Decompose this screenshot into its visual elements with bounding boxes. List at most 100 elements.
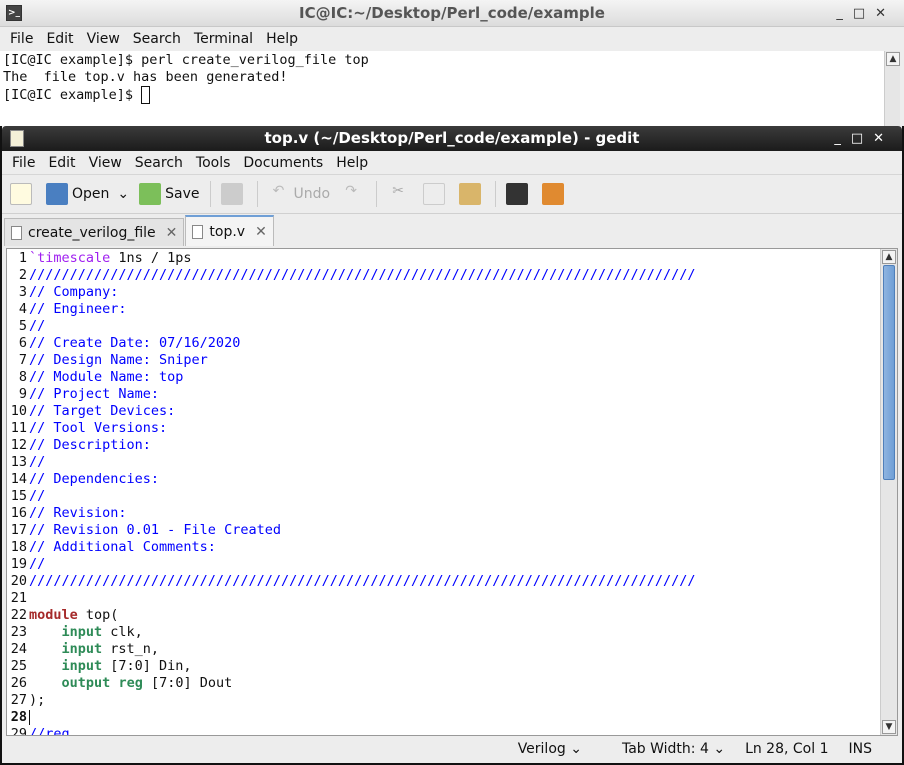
code-line[interactable]: 21 [7, 590, 695, 607]
close-tab-icon[interactable]: ✕ [166, 225, 178, 241]
line-number: 8 [7, 369, 29, 386]
menu-view[interactable]: View [89, 155, 122, 171]
menu-edit[interactable]: Edit [48, 155, 75, 171]
code-line[interactable]: 17// Revision 0.01 - File Created [7, 522, 695, 539]
menu-search[interactable]: Search [135, 155, 183, 171]
code-line[interactable]: 3// Company: [7, 284, 695, 301]
gedit-titlebar[interactable]: top.v (~/Desktop/Perl_code/example) - ge… [2, 126, 902, 151]
code-line[interactable]: 26 output reg [7:0] Dout [7, 675, 695, 692]
menu-help[interactable]: Help [336, 155, 368, 171]
find-button[interactable] [506, 183, 532, 205]
code-token: ); [29, 692, 46, 708]
language-label: Verilog [517, 741, 566, 757]
line-number: 7 [7, 352, 29, 369]
code-line[interactable]: 7// Design Name: Sniper [7, 352, 695, 369]
gedit-icon [10, 130, 24, 147]
code-line[interactable]: 20//////////////////////////////////////… [7, 573, 695, 590]
paste-button[interactable] [459, 183, 485, 205]
line-number: 6 [7, 335, 29, 352]
code-line[interactable]: 4// Engineer: [7, 301, 695, 318]
code-token: // [29, 556, 54, 572]
window-controls[interactable]: _□✕ [836, 0, 896, 27]
code-line[interactable]: 28 [7, 709, 695, 726]
line-number: 11 [7, 420, 29, 437]
scroll-up-icon[interactable]: ▲ [886, 52, 900, 66]
menu-search[interactable]: Search [133, 31, 181, 47]
window-controls[interactable]: _□✕ [834, 126, 894, 151]
tab-create-verilog-file[interactable]: create_verilog_file ✕ [4, 218, 185, 246]
code-line[interactable]: 16// Revision: [7, 505, 695, 522]
chevron-down-icon[interactable]: ⌄ [117, 186, 129, 202]
code-line[interactable]: 10// Target Devices: [7, 403, 695, 420]
line-number: 22 [7, 607, 29, 624]
code-line[interactable]: 8// Module Name: top [7, 369, 695, 386]
line-number: 2 [7, 267, 29, 284]
code-line[interactable]: 1 `timescale 1ns / 1ps [7, 250, 695, 267]
scroll-up-icon[interactable]: ▲ [882, 250, 896, 264]
separator [376, 181, 378, 207]
cursor-position: Ln 28, Col 1 [745, 741, 829, 757]
line-number: 27 [7, 692, 29, 709]
terminal-line: [IC@IC example]$ perl create_verilog_fil… [3, 52, 881, 69]
new-button[interactable] [10, 183, 36, 205]
code-line[interactable]: 6// Create Date: 07/16/2020 [7, 335, 695, 352]
find-replace-icon [542, 183, 565, 205]
code-line[interactable]: 5// [7, 318, 695, 335]
code-editor[interactable]: 1 `timescale 1ns / 1ps 2//////////////////… [6, 248, 898, 736]
code-token: rst_n, [102, 641, 160, 657]
tab-width-selector[interactable]: Tab Width: 4 ⌄ [602, 741, 725, 757]
menu-file[interactable]: File [10, 31, 33, 47]
code-line[interactable]: 13// [7, 454, 695, 471]
open-button[interactable]: Open ⌄ [46, 183, 129, 205]
line-number: 13 [7, 454, 29, 471]
redo-icon: ↷ [345, 183, 357, 199]
terminal-scrollbar[interactable]: ▲ [884, 51, 900, 130]
text-caret [29, 709, 30, 725]
code-line[interactable]: 15// [7, 488, 695, 505]
code-line[interactable]: 14// Dependencies: [7, 471, 695, 488]
cut-button[interactable]: ✂ [387, 183, 413, 205]
code-line[interactable]: 11// Tool Versions: [7, 420, 695, 437]
code-lines[interactable]: 1 `timescale 1ns / 1ps 2//////////////////… [7, 250, 695, 735]
menu-help[interactable]: Help [266, 31, 298, 47]
code-line[interactable]: 27); [7, 692, 695, 709]
scroll-down-icon[interactable]: ▼ [882, 720, 896, 734]
tab-top-v[interactable]: top.v ✕ [185, 215, 274, 246]
code-line[interactable]: 23 input clk, [7, 624, 695, 641]
line-number: 24 [7, 641, 29, 658]
terminal-text: [IC@IC example]$ perl create_verilog_fil… [3, 52, 369, 68]
terminal-output[interactable]: [IC@IC example]$ perl create_verilog_fil… [0, 51, 884, 130]
scrollbar-thumb[interactable] [883, 265, 895, 480]
close-tab-icon[interactable]: ✕ [255, 224, 267, 240]
menu-edit[interactable]: Edit [46, 31, 73, 47]
menu-documents[interactable]: Documents [243, 155, 323, 171]
menu-tools[interactable]: Tools [196, 155, 231, 171]
copy-button[interactable] [423, 183, 449, 205]
replace-button[interactable] [542, 183, 568, 205]
code-line[interactable]: 2///////////////////////////////////////… [7, 267, 695, 284]
editor-scrollbar[interactable]: ▲ ▼ [880, 249, 897, 735]
menu-terminal[interactable]: Terminal [194, 31, 253, 47]
terminal-titlebar[interactable]: >_ IC@IC:~/Desktop/Perl_code/example _□✕ [0, 0, 904, 27]
undo-button[interactable]: ↶ Undo [268, 183, 330, 205]
cut-icon: ✂ [392, 183, 404, 199]
code-line[interactable]: 9// Project Name: [7, 386, 695, 403]
code-line[interactable]: 25 input [7:0] Din, [7, 658, 695, 675]
script-file-icon [11, 225, 22, 240]
line-number: 14 [7, 471, 29, 488]
code-line[interactable]: 22 module top( [7, 607, 695, 624]
code-token: input [61, 658, 103, 674]
code-line[interactable]: 18// Additional Comments: [7, 539, 695, 556]
paste-icon [459, 183, 482, 205]
language-selector[interactable]: Verilog ⌄ [498, 741, 582, 757]
menu-view[interactable]: View [87, 31, 120, 47]
line-number: 9 [7, 386, 29, 403]
save-button[interactable]: Save [139, 183, 200, 205]
redo-button[interactable]: ↷ [340, 183, 366, 205]
print-button[interactable] [220, 183, 247, 205]
document-tabs: create_verilog_file ✕ top.v ✕ [2, 214, 902, 246]
code-line[interactable]: 24 input rst_n, [7, 641, 695, 658]
code-line[interactable]: 12// Description: [7, 437, 695, 454]
menu-file[interactable]: File [12, 155, 35, 171]
code-line[interactable]: 19// [7, 556, 695, 573]
